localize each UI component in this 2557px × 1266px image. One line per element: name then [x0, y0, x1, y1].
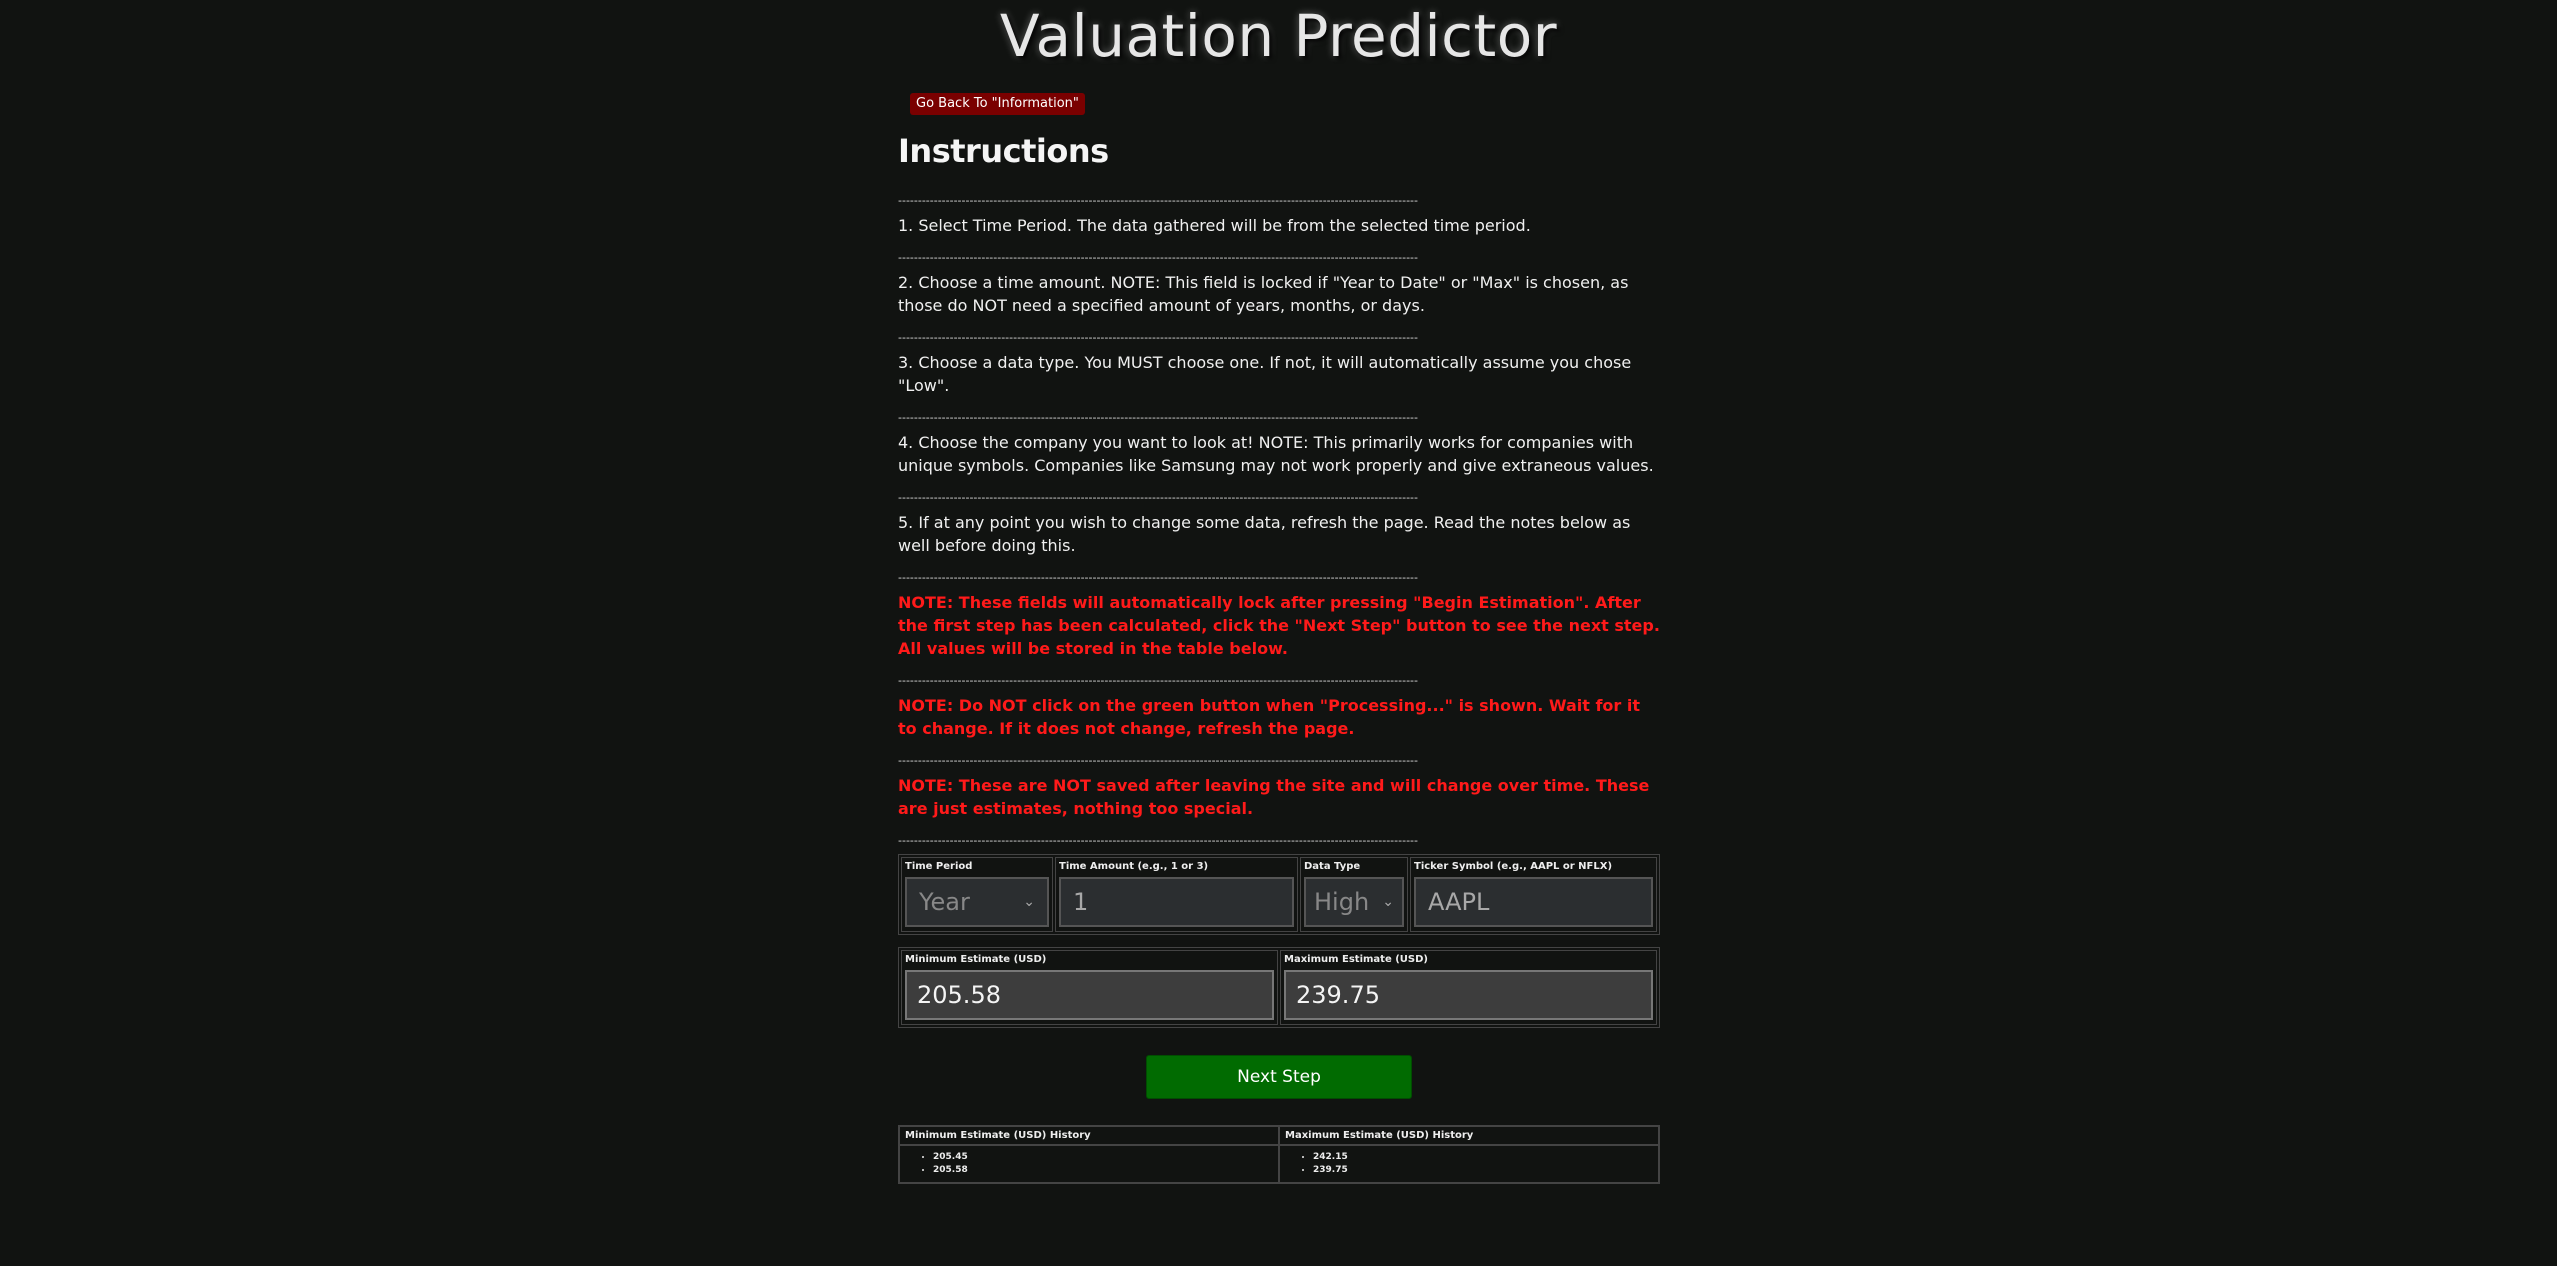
- chevron-down-icon: ⌄: [1382, 894, 1394, 910]
- min-estimate-field[interactable]: 205.58: [905, 970, 1274, 1020]
- max-history-cell: 242.15 239.75: [1279, 1145, 1659, 1183]
- data-type-cell: Data Type High ⌄: [1300, 857, 1408, 932]
- min-history-cell: 205.45 205.58: [899, 1145, 1279, 1183]
- instruction-4: 4. Choose the company you want to look a…: [898, 433, 1654, 475]
- divider: ----------------------------------------…: [898, 571, 1418, 584]
- time-amount-cell: Time Amount (e.g., 1 or 3) 1: [1055, 857, 1298, 932]
- instruction-2: 2. Choose a time amount. NOTE: This fiel…: [898, 273, 1629, 315]
- note-not-saved: NOTE: These are NOT saved after leaving …: [898, 776, 1650, 818]
- time-period-select[interactable]: Year ⌄: [905, 877, 1049, 927]
- data-type-value: High: [1314, 888, 1370, 916]
- instruction-3: 3. Choose a data type. You MUST choose o…: [898, 353, 1632, 395]
- time-period-cell: Time Period Year ⌄: [901, 857, 1053, 932]
- time-period-value: Year: [919, 888, 970, 916]
- instructions-heading: Instructions: [898, 132, 1109, 170]
- list-item: 239.75: [1313, 1164, 1653, 1177]
- ticker-cell: Ticker Symbol (e.g., AAPL or NFLX) AAPL: [1410, 857, 1657, 932]
- main-content: Instructions ---------------------------…: [898, 132, 1660, 1184]
- divider: ----------------------------------------…: [898, 674, 1418, 687]
- list-item: 205.45: [933, 1151, 1273, 1164]
- max-history-list: 242.15 239.75: [1285, 1151, 1653, 1177]
- max-history-header: Maximum Estimate (USD) History: [1279, 1126, 1659, 1145]
- history-table: Minimum Estimate (USD) History Maximum E…: [898, 1125, 1660, 1184]
- time-amount-label: Time Amount (e.g., 1 or 3): [1059, 861, 1209, 872]
- min-estimate-label: Minimum Estimate (USD): [905, 954, 1047, 965]
- divider: ----------------------------------------…: [898, 491, 1418, 504]
- note-lock-fields: NOTE: These fields will automatically lo…: [898, 593, 1660, 658]
- chevron-down-icon: ⌄: [1023, 894, 1035, 910]
- time-amount-value: 1: [1073, 888, 1089, 916]
- ticker-input[interactable]: AAPL: [1414, 877, 1653, 927]
- next-step-wrapper: Next Step: [898, 1055, 1660, 1099]
- divider: ----------------------------------------…: [898, 834, 1418, 847]
- estimate-table: Minimum Estimate (USD) 205.58 Maximum Es…: [898, 947, 1660, 1028]
- data-type-label: Data Type: [1304, 861, 1361, 872]
- back-to-information-button[interactable]: Go Back To "Information": [910, 93, 1085, 115]
- time-period-label: Time Period: [905, 861, 973, 872]
- input-table: Time Period Year ⌄ Time Amount (e.g., 1 …: [898, 854, 1660, 935]
- ticker-label: Ticker Symbol (e.g., AAPL or NFLX): [1414, 861, 1613, 872]
- ticker-value: AAPL: [1428, 888, 1490, 916]
- max-estimate-cell: Maximum Estimate (USD) 239.75: [1280, 950, 1657, 1025]
- min-history-header: Minimum Estimate (USD) History: [899, 1126, 1279, 1145]
- max-estimate-label: Maximum Estimate (USD): [1284, 954, 1428, 965]
- list-item: 205.58: [933, 1164, 1273, 1177]
- divider: ----------------------------------------…: [898, 194, 1418, 207]
- instruction-1: 1. Select Time Period. The data gathered…: [898, 216, 1531, 235]
- divider: ----------------------------------------…: [898, 251, 1418, 264]
- divider: ----------------------------------------…: [898, 754, 1418, 767]
- max-estimate-field[interactable]: 239.75: [1284, 970, 1653, 1020]
- divider: ----------------------------------------…: [898, 411, 1418, 424]
- max-estimate-value: 239.75: [1296, 981, 1380, 1009]
- min-estimate-value: 205.58: [917, 981, 1001, 1009]
- min-estimate-cell: Minimum Estimate (USD) 205.58: [901, 950, 1278, 1025]
- list-item: 242.15: [1313, 1151, 1653, 1164]
- min-history-list: 205.45 205.58: [905, 1151, 1273, 1177]
- divider: ----------------------------------------…: [898, 331, 1418, 344]
- instruction-5: 5. If at any point you wish to change so…: [898, 513, 1631, 555]
- note-processing: NOTE: Do NOT click on the green button w…: [898, 696, 1640, 738]
- page-title: Valuation Predictor: [999, 2, 1558, 70]
- time-amount-input[interactable]: 1: [1059, 877, 1294, 927]
- data-type-select[interactable]: High ⌄: [1304, 877, 1404, 927]
- next-step-button[interactable]: Next Step: [1146, 1055, 1412, 1099]
